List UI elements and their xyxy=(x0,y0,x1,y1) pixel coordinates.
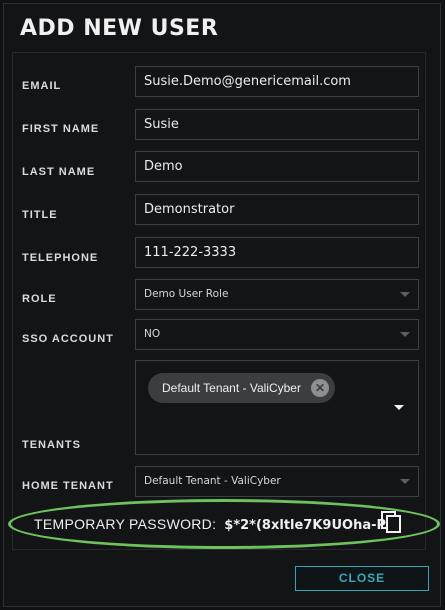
dialog-title: ADD NEW USER xyxy=(20,16,219,41)
sso-account-select[interactable]: NO xyxy=(135,319,419,350)
role-label: ROLE xyxy=(22,293,57,305)
last-name-field[interactable]: Demo xyxy=(135,151,419,182)
chevron-down-icon[interactable] xyxy=(394,405,404,410)
email-label: EMAIL xyxy=(22,80,62,92)
role-select[interactable]: Demo User Role xyxy=(135,279,419,310)
first-name-label: FIRST NAME xyxy=(22,123,100,135)
sso-account-select-value: NO xyxy=(144,328,161,340)
close-circle-icon[interactable]: ✕ xyxy=(310,379,329,397)
email-field[interactable]: Susie.Demo@genericemail.com xyxy=(135,66,419,97)
tenants-label: TENANTS xyxy=(22,439,81,451)
tenant-chip: Default Tenant - ValiCyber ✕ xyxy=(148,373,335,403)
chevron-down-icon xyxy=(400,332,410,337)
temporary-password-label: TEMPORARY PASSWORD: xyxy=(34,516,217,532)
temporary-password-value: $*2*(8xltle7K9UOha-P xyxy=(224,518,387,533)
title-label: TITLE xyxy=(22,209,58,221)
sso-account-label: SSO ACCOUNT xyxy=(22,333,114,345)
home-tenant-select-value: Default Tenant - ValiCyber xyxy=(144,475,281,487)
tenants-multiselect[interactable]: Default Tenant - ValiCyber ✕ xyxy=(135,360,419,455)
close-button[interactable]: CLOSE xyxy=(295,566,429,591)
first-name-field[interactable]: Susie xyxy=(135,109,419,140)
telephone-field[interactable]: 111-222-3333 xyxy=(135,237,419,268)
tenant-chip-label: Default Tenant - ValiCyber xyxy=(162,381,301,395)
home-tenant-select[interactable]: Default Tenant - ValiCyber xyxy=(135,466,419,497)
role-select-value: Demo User Role xyxy=(144,288,229,300)
telephone-label: TELEPHONE xyxy=(22,252,99,264)
temporary-password-row: TEMPORARY PASSWORD: $*2*(8xltle7K9UOha-P xyxy=(34,513,386,535)
last-name-label: LAST NAME xyxy=(22,166,96,178)
title-field[interactable]: Demonstrator xyxy=(135,194,419,225)
home-tenant-label: HOME TENANT xyxy=(22,480,114,492)
chevron-down-icon xyxy=(400,479,410,484)
chevron-down-icon xyxy=(400,292,410,297)
copy-icon[interactable] xyxy=(380,510,402,534)
